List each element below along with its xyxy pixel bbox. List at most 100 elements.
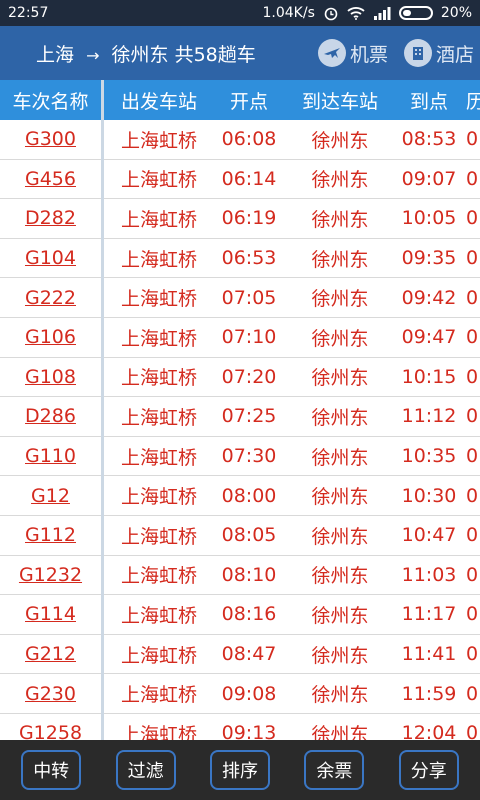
extra-column-value: 0 — [466, 722, 479, 740]
status-bar: 22:57 1.04K/s 20% — [0, 0, 480, 26]
flight-button[interactable]: 机票 — [317, 39, 388, 67]
table-row[interactable]: G112 上海虹桥 08:05 徐州东 10:47 0 — [0, 516, 480, 556]
train-number-link[interactable]: G114 — [0, 595, 101, 634]
extra-column-value: 0 — [466, 286, 479, 309]
extra-column-value: 0 — [466, 167, 479, 190]
train-number-text[interactable]: D282 — [25, 207, 76, 229]
departure-time: 08:16 — [221, 603, 277, 626]
airplane-icon — [317, 39, 346, 67]
share-button[interactable]: 分享 — [398, 750, 459, 790]
train-number-text[interactable]: G12 — [31, 485, 70, 507]
arrival-station: 徐州东 — [311, 644, 369, 667]
column-header-depart[interactable]: 开点 — [214, 80, 284, 120]
train-number-text[interactable]: G230 — [25, 683, 76, 705]
departure-station: 上海虹桥 — [120, 367, 197, 390]
status-time: 22:57 — [8, 5, 49, 21]
train-number-text[interactable]: D286 — [25, 405, 76, 427]
arrival-time: 10:35 — [401, 445, 457, 468]
table-row[interactable]: G300 上海虹桥 06:08 徐州东 08:53 0 — [0, 120, 480, 160]
table-row[interactable]: G12 上海虹桥 08:00 徐州东 10:30 0 — [0, 476, 480, 516]
train-number-text[interactable]: G110 — [25, 445, 76, 467]
train-number-link[interactable]: G1258 — [0, 714, 101, 740]
train-number-link[interactable]: G110 — [0, 437, 101, 476]
train-number-link[interactable]: G112 — [0, 516, 101, 555]
train-number-link[interactable]: G108 — [0, 358, 101, 397]
train-number-link[interactable]: G104 — [0, 239, 101, 278]
train-number-link[interactable]: D282 — [0, 199, 101, 238]
train-number-text[interactable]: G108 — [25, 366, 76, 388]
train-number-link[interactable]: G106 — [0, 318, 101, 357]
train-number-link[interactable]: D286 — [0, 397, 101, 436]
departure-time: 08:10 — [221, 563, 277, 586]
table-row[interactable]: G222 上海虹桥 07:05 徐州东 09:42 0 — [0, 278, 480, 318]
table-header: 车次名称 出发车站 开点 到达车站 到点 历 — [0, 80, 480, 120]
train-number-link[interactable]: G300 — [0, 120, 101, 159]
table-row[interactable]: D282 上海虹桥 06:19 徐州东 10:05 0 — [0, 199, 480, 239]
table-row[interactable]: G456 上海虹桥 06:14 徐州东 09:07 0 — [0, 160, 480, 200]
filter-button[interactable]: 过滤 — [115, 750, 176, 790]
train-count: 共58趟车 — [174, 43, 256, 66]
departure-station: 上海虹桥 — [120, 644, 197, 667]
train-list[interactable]: G300 上海虹桥 06:08 徐州东 08:53 0 G456 上海虹桥 06:14 徐州东 09… — [0, 120, 480, 740]
from-station: 上海 — [36, 43, 75, 66]
train-number-link[interactable]: G212 — [0, 635, 101, 674]
departure-time: 06:08 — [221, 128, 277, 151]
network-speed: 1.04K/s — [262, 5, 315, 21]
train-number-link[interactable]: G12 — [0, 476, 101, 515]
departure-station: 上海虹桥 — [120, 565, 197, 588]
train-number-text[interactable]: G106 — [25, 326, 76, 348]
table-row[interactable]: G212 上海虹桥 08:47 徐州东 11:41 0 — [0, 635, 480, 675]
departure-time: 06:19 — [221, 207, 277, 230]
route-arrow: → — [86, 45, 100, 65]
arrival-time: 11:03 — [401, 563, 457, 586]
train-number-link[interactable]: G230 — [0, 674, 101, 713]
train-number-text[interactable]: G300 — [25, 128, 76, 150]
table-row[interactable]: G230 上海虹桥 09:08 徐州东 11:59 0 — [0, 674, 480, 714]
transfer-button[interactable]: 中转 — [21, 750, 82, 790]
train-number-text[interactable]: G222 — [25, 287, 76, 309]
table-row[interactable]: G114 上海虹桥 08:16 徐州东 11:17 0 — [0, 595, 480, 635]
train-number-text[interactable]: G112 — [25, 524, 76, 546]
table-row[interactable]: G106 上海虹桥 07:10 徐州东 09:47 0 — [0, 318, 480, 358]
train-number-link[interactable]: G222 — [0, 278, 101, 317]
train-number-link[interactable]: G456 — [0, 160, 101, 199]
train-number-text[interactable]: G456 — [25, 168, 76, 190]
train-number-text[interactable]: G114 — [25, 603, 76, 625]
column-header-train[interactable]: 车次名称 — [0, 80, 101, 120]
header-actions: 机票 酒店 — [317, 39, 480, 67]
column-header-extra[interactable]: 历 — [466, 80, 480, 120]
train-number-text[interactable]: G1258 — [19, 722, 82, 740]
wifi-icon — [347, 6, 365, 20]
hotel-icon — [403, 39, 432, 67]
departure-time: 07:10 — [221, 326, 277, 349]
column-header-arrive[interactable]: 到点 — [396, 80, 462, 120]
extra-column-value: 0 — [466, 405, 479, 428]
table-row[interactable]: D286 上海虹桥 07:25 徐州东 11:12 0 — [0, 397, 480, 437]
hotel-button[interactable]: 酒店 — [403, 39, 474, 67]
train-number-text[interactable]: G1232 — [19, 564, 82, 586]
departure-station: 上海虹桥 — [120, 446, 197, 469]
train-number-text[interactable]: G212 — [25, 643, 76, 665]
table-row[interactable]: G1232 上海虹桥 08:10 徐州东 11:03 0 — [0, 556, 480, 596]
tickets-remaining-button[interactable]: 余票 — [304, 750, 365, 790]
departure-time: 07:30 — [221, 445, 277, 468]
departure-time: 08:05 — [221, 524, 277, 547]
departure-time: 06:53 — [221, 247, 277, 270]
train-number-text[interactable]: G104 — [25, 247, 76, 269]
table-row[interactable]: G110 上海虹桥 07:30 徐州东 10:35 0 — [0, 437, 480, 477]
train-number-link[interactable]: G1232 — [0, 556, 101, 595]
table-row[interactable]: G1258 上海虹桥 09:13 徐州东 12:04 0 — [0, 714, 480, 740]
departure-time: 06:14 — [221, 167, 277, 190]
column-header-from[interactable]: 出发车站 — [104, 80, 214, 120]
departure-station: 上海虹桥 — [120, 684, 197, 707]
departure-time: 09:08 — [221, 682, 277, 705]
extra-column-value: 0 — [466, 365, 479, 388]
table-row[interactable]: G104 上海虹桥 06:53 徐州东 09:35 0 — [0, 239, 480, 279]
column-header-to[interactable]: 到达车站 — [284, 80, 396, 120]
arrival-station: 徐州东 — [311, 367, 369, 390]
arrival-time: 09:42 — [401, 286, 457, 309]
sort-button[interactable]: 排序 — [209, 750, 270, 790]
arrival-station: 徐州东 — [311, 288, 369, 311]
arrival-time: 09:35 — [401, 247, 457, 270]
table-row[interactable]: G108 上海虹桥 07:20 徐州东 10:15 0 — [0, 358, 480, 398]
